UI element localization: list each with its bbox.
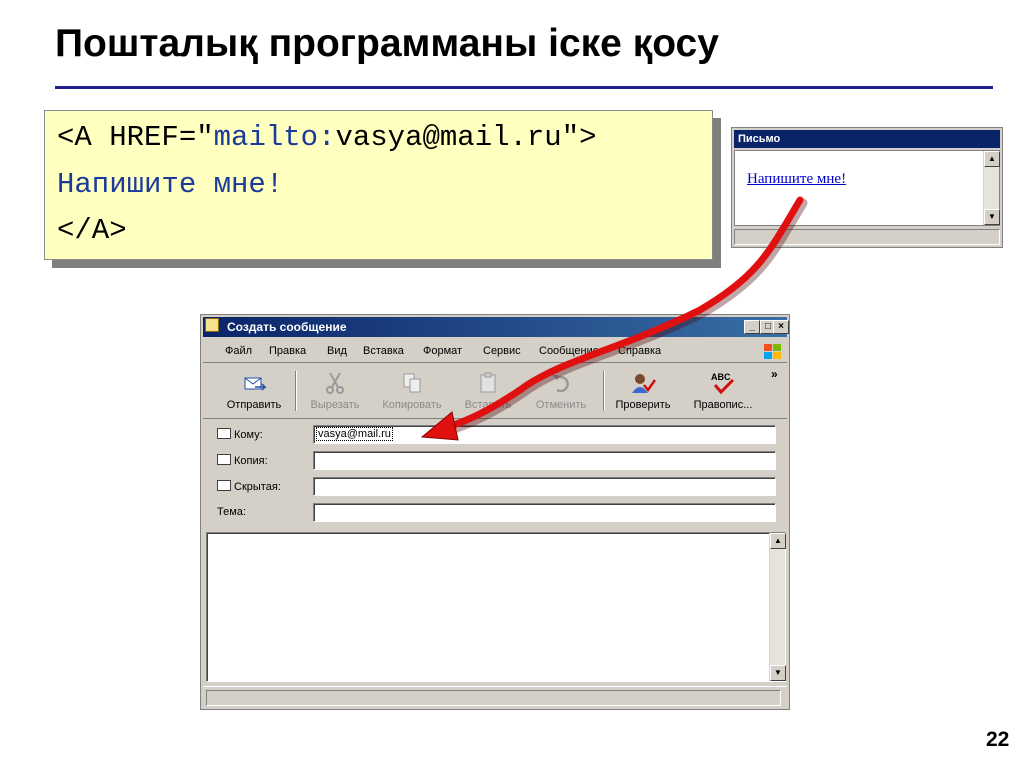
send-label: Отправить	[226, 399, 282, 411]
to-row: Кому: vasya@mail.ru	[203, 423, 787, 447]
code-address: vasya@mail.ru">	[335, 121, 597, 154]
slide-title: Пошталық программаны іске қосу	[55, 22, 719, 65]
menu-insert[interactable]: Вставка	[363, 345, 404, 357]
address-book-icon	[217, 428, 231, 439]
to-field[interactable]: vasya@mail.ru	[313, 425, 776, 444]
check-names-label: Проверить	[615, 399, 671, 411]
menu-file[interactable]: Файл	[225, 345, 252, 357]
bcc-row: Скрытая:	[203, 475, 787, 499]
title-rule	[55, 86, 993, 89]
bcc-label[interactable]: Скрытая:	[217, 480, 281, 493]
code-tag-open: <A HREF="	[57, 121, 214, 154]
copy-label: Копировать	[382, 399, 442, 411]
check-names-icon	[632, 374, 656, 393]
toolbar-separator	[295, 371, 297, 411]
subject-row: Тема:	[203, 501, 787, 525]
cc-row: Копия:	[203, 449, 787, 473]
subject-label: Тема:	[217, 506, 246, 518]
menu-edit[interactable]: Правка	[269, 345, 306, 357]
compose-title: Создать сообщение	[227, 320, 347, 334]
menu-message[interactable]: Сообщение	[539, 345, 599, 357]
menu-format[interactable]: Формат	[423, 345, 462, 357]
send-button[interactable]: Отправить	[213, 369, 295, 415]
undo-button[interactable]: Отменить	[525, 369, 597, 415]
address-book-icon	[217, 454, 231, 465]
paste-label: Вставить	[464, 399, 512, 411]
menu-bar: Файл Правка Вид Вставка Формат Сервис Со…	[203, 341, 787, 363]
paste-button[interactable]: Вставить	[453, 369, 523, 415]
message-body[interactable]: ▲ ▼	[206, 532, 786, 682]
scroll-down-button[interactable]: ▼	[770, 665, 786, 681]
minimize-button[interactable]: _	[744, 320, 760, 334]
browser-title-bar: Письмо	[734, 130, 1000, 148]
paste-icon	[480, 372, 496, 393]
cut-label: Вырезать	[310, 399, 360, 411]
page-number: 22	[986, 728, 1010, 751]
status-bar	[203, 686, 787, 708]
windows-logo-icon	[764, 344, 781, 359]
spelling-label: Правопис...	[693, 399, 753, 411]
code-mailto: mailto:	[213, 121, 336, 154]
close-button[interactable]: ×	[773, 320, 789, 334]
scroll-down-button[interactable]: ▼	[984, 209, 1000, 225]
toolbar-separator	[603, 371, 605, 411]
new-message-icon	[205, 318, 219, 332]
code-line-1: <A HREF="mailto:vasya@mail.ru">	[57, 121, 597, 154]
browser-scrollbar[interactable]: ▲ ▼	[983, 151, 1000, 225]
compose-title-bar: Создать сообщение	[203, 317, 787, 337]
message-scrollbar[interactable]: ▲ ▼	[769, 533, 786, 681]
send-icon	[244, 377, 267, 391]
compose-window: Создать сообщение _ □ × Файл Правка Вид …	[200, 314, 790, 710]
mailto-link[interactable]: Напишите мне!	[747, 171, 846, 188]
spelling-icon: ABC	[711, 372, 735, 395]
scroll-up-button[interactable]: ▲	[984, 151, 1000, 167]
cc-field[interactable]	[313, 451, 776, 470]
browser-status-bar	[734, 229, 1000, 245]
toolbar-more-chevron-icon[interactable]: »	[771, 367, 778, 381]
browser-window: Письмо Напишите мне! ▲ ▼	[731, 127, 1003, 248]
cc-label[interactable]: Копия:	[217, 454, 268, 467]
subject-field[interactable]	[313, 503, 776, 522]
scroll-up-button[interactable]: ▲	[770, 533, 786, 549]
browser-content: Напишите мне! ▲ ▼	[734, 150, 1000, 226]
copy-button[interactable]: Копировать	[373, 369, 451, 415]
menu-tools[interactable]: Сервис	[483, 345, 521, 357]
toolbar: Отправить Вырезать Копировать Вставить О…	[203, 365, 787, 419]
menu-view[interactable]: Вид	[327, 345, 347, 357]
copy-icon	[403, 373, 421, 393]
check-names-button[interactable]: Проверить	[609, 369, 677, 415]
address-book-icon	[217, 480, 231, 491]
undo-label: Отменить	[535, 399, 587, 411]
bcc-field[interactable]	[313, 477, 776, 496]
status-panel	[206, 690, 781, 706]
undo-icon	[552, 375, 569, 393]
to-label[interactable]: Кому:	[217, 428, 263, 441]
code-box: <A HREF="mailto:vasya@mail.ru"> Напишите…	[44, 110, 713, 260]
code-line-3: </A>	[57, 214, 127, 247]
scissors-icon	[326, 372, 344, 394]
menu-help[interactable]: Справка	[618, 345, 661, 357]
to-recipient[interactable]: vasya@mail.ru	[316, 427, 393, 441]
svg-text:ABC: ABC	[711, 372, 731, 382]
code-line-2: Напишите мне!	[57, 168, 284, 201]
spelling-button[interactable]: ABC Правопис...	[683, 369, 763, 415]
cut-button[interactable]: Вырезать	[299, 369, 371, 415]
